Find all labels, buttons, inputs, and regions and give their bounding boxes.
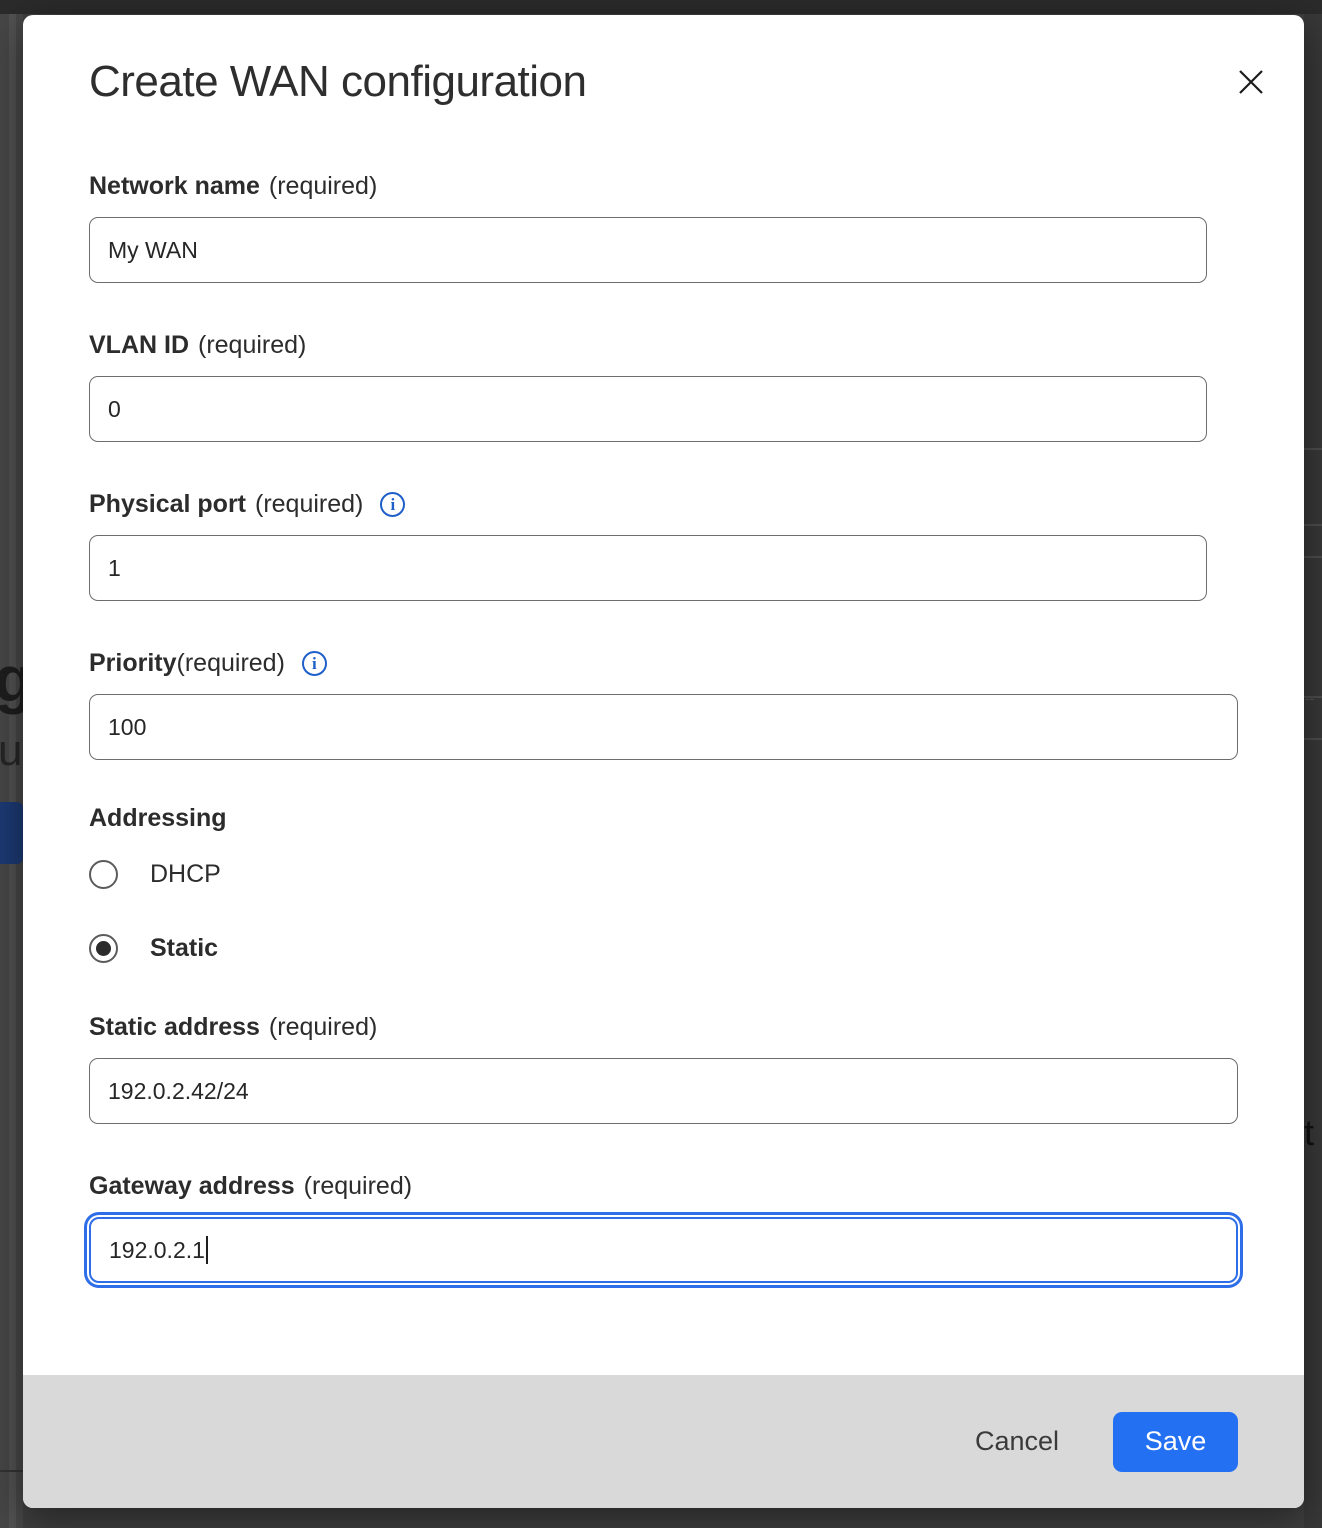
- input-value: 1: [108, 555, 121, 582]
- required-marker: (required): [255, 488, 363, 521]
- addressing-heading: Addressing: [89, 802, 1238, 835]
- save-button[interactable]: Save: [1113, 1412, 1238, 1472]
- input-value: My WAN: [108, 237, 198, 264]
- physical-port-label: Physical port (required) i: [89, 488, 1238, 521]
- field-label-text: Gateway address: [89, 1170, 295, 1203]
- background-text-fragment: u: [0, 726, 22, 776]
- background-text-fragment: --: [1305, 690, 1314, 706]
- background-divider: [1304, 556, 1322, 558]
- radio-option-static[interactable]: Static: [89, 933, 1238, 963]
- input-value: 0: [108, 396, 121, 423]
- gateway-address-input[interactable]: 192.0.2.1: [89, 1217, 1238, 1283]
- create-wan-dialog: Create WAN configuration Network name (r…: [23, 15, 1304, 1508]
- required-marker: (required): [177, 647, 285, 680]
- required-marker: (required): [269, 1011, 377, 1044]
- dialog-footer: Cancel Save: [23, 1375, 1304, 1508]
- radio-option-dhcp[interactable]: DHCP: [89, 859, 1238, 889]
- info-icon[interactable]: i: [302, 651, 327, 676]
- priority-input[interactable]: 100: [89, 694, 1238, 760]
- priority-label: Priority (required) i: [89, 647, 1238, 680]
- gateway-address-label: Gateway address (required): [89, 1170, 1238, 1203]
- required-marker: (required): [198, 329, 306, 362]
- static-address-label: Static address (required): [89, 1011, 1238, 1044]
- field-label-text: Priority: [89, 647, 177, 680]
- vlan-id-input[interactable]: 0: [89, 376, 1207, 442]
- background-divider: [1304, 448, 1322, 450]
- close-button[interactable]: [1234, 65, 1268, 99]
- info-icon[interactable]: i: [380, 492, 405, 517]
- background-text-fragment: g: [0, 642, 23, 716]
- physical-port-input[interactable]: 1: [89, 535, 1207, 601]
- vlan-id-label: VLAN ID (required): [89, 329, 1238, 362]
- field-label-text: VLAN ID: [89, 329, 189, 362]
- static-address-input[interactable]: 192.0.2.42/24: [89, 1058, 1238, 1124]
- radio-label: DHCP: [150, 860, 221, 889]
- background-text-fragment: t: [1304, 1112, 1314, 1154]
- required-marker: (required): [304, 1170, 412, 1203]
- background-left-sliver: g u: [0, 14, 23, 1528]
- field-label-text: Physical port: [89, 488, 246, 521]
- background-right-sliver: -- t: [1304, 14, 1322, 1528]
- radio-unselected-icon: [89, 860, 118, 889]
- background-divider: [1304, 696, 1322, 698]
- radio-selected-icon: [89, 934, 118, 963]
- required-marker: (required): [269, 170, 377, 203]
- background-divider: [1304, 524, 1322, 526]
- input-value: 100: [108, 714, 146, 741]
- network-name-label: Network name (required): [89, 170, 1238, 203]
- close-icon: [1237, 68, 1265, 96]
- background-top-bar: [0, 0, 1322, 14]
- field-label-text: Network name: [89, 170, 260, 203]
- cancel-button[interactable]: Cancel: [971, 1420, 1063, 1463]
- background-divider: [1304, 738, 1322, 740]
- text-cursor: [206, 1236, 208, 1264]
- dialog-title: Create WAN configuration: [89, 57, 1238, 106]
- input-value: 192.0.2.42/24: [108, 1078, 249, 1105]
- input-value: 192.0.2.1: [109, 1237, 205, 1264]
- radio-label: Static: [150, 934, 218, 963]
- field-label-text: Static address: [89, 1011, 260, 1044]
- network-name-input[interactable]: My WAN: [89, 217, 1207, 283]
- background-divider: [0, 1470, 23, 1472]
- background-button-fragment: [0, 802, 23, 864]
